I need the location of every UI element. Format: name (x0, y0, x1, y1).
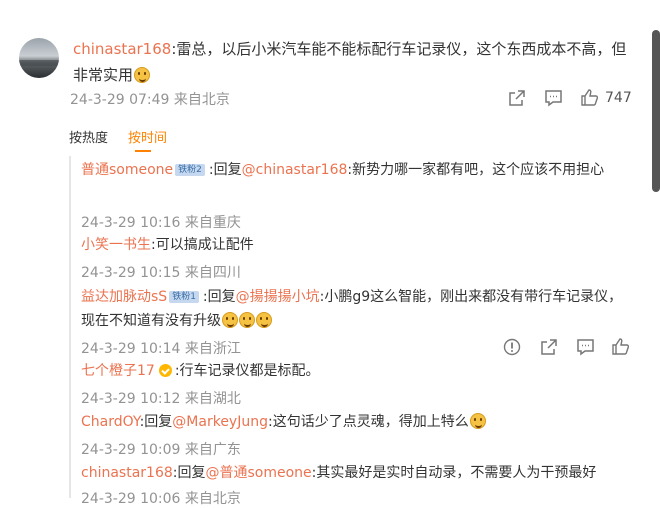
reply-time-location: 24-3-29 10:09 来自广东 (81, 442, 241, 458)
reply-mention[interactable]: @chinastar168 (242, 162, 348, 178)
reply-text: :这句话少了点灵魂，得加上特么 (267, 414, 469, 430)
emoji-icon (239, 312, 255, 328)
comment-icon[interactable] (544, 89, 563, 107)
reply-time-location: 24-3-29 10:15 来自四川 (81, 265, 241, 281)
like-count: 747 (605, 90, 632, 106)
reply-word: :回复 (139, 414, 173, 430)
sort-by-hot[interactable]: 按热度 (69, 131, 108, 146)
comment-icon[interactable] (576, 338, 595, 356)
reply-item: 小笑一书生:可以搞成让配件 (81, 233, 636, 257)
reply-author[interactable]: ChardOY (81, 414, 140, 430)
reply-time-location: 24-3-29 10:16 来自重庆 (81, 215, 241, 231)
reply-text: :其实最好是实时自动录，不需要人为干预最好 (311, 465, 597, 481)
reply-mention[interactable]: @普通someone (205, 465, 311, 481)
comment-body: chinastar168:雷总，以后小米汽车能不能标配行车记录仪，这个东西成本不… (73, 36, 633, 88)
reply-author[interactable]: 七个橙子17 (81, 363, 155, 379)
reply-text: :可以搞成让配件 (151, 237, 254, 253)
verified-icon (158, 364, 172, 377)
reply-mention[interactable]: @揚揚揚小坑 (236, 289, 320, 305)
sort-by-time[interactable]: 按时间 (128, 131, 167, 146)
share-icon[interactable] (508, 89, 526, 107)
reply-time-location: 24-3-29 10:06 来自北京 (81, 491, 241, 507)
emoji-icon (256, 312, 272, 328)
like-icon[interactable] (580, 88, 599, 107)
reply-word: :回复 (172, 465, 206, 481)
reply-time-location: 24-3-29 10:12 来自湖北 (81, 391, 241, 407)
reply-author[interactable]: 普通someone (81, 162, 173, 178)
reply-item: chinastar168:回复@普通someone:其实最好是实时自动录，不需要… (81, 461, 636, 485)
sort-active-indicator (135, 150, 151, 152)
share-icon[interactable] (540, 338, 558, 356)
reply-author[interactable]: 小笑一书生 (81, 237, 151, 253)
reply-author[interactable]: chinastar168 (81, 465, 173, 481)
reply-text: :行车记录仪都是标配。 (174, 363, 320, 379)
emoji-icon (134, 67, 151, 83)
reply-mention[interactable]: @MarkeyJung (172, 414, 268, 430)
comment-time-location: 24-3-29 07:49 来自北京 (70, 92, 230, 108)
comment-author[interactable]: chinastar168 (73, 40, 171, 58)
sort-bar: 按热度 按时间 (69, 127, 187, 146)
avatar[interactable] (19, 38, 59, 78)
emoji-icon (222, 312, 238, 328)
reply-author[interactable]: 益达加脉动sS (81, 289, 167, 305)
fan-badge: 铁粉1 (169, 291, 199, 303)
reply-item: 益达加脉动sS 铁粉1:回复@揚揚揚小坑:小鹏g9这么智能，刚出来都没有带行车记录… (81, 285, 636, 333)
scrollbar[interactable] (652, 30, 660, 192)
emoji-icon (469, 413, 486, 429)
reply-word: :回复 (208, 162, 242, 178)
reply-item: ChardOY:回复@MarkeyJung:这句话少了点灵魂，得加上特么 (81, 410, 636, 434)
fan-badge: 铁粉2 (175, 164, 205, 176)
like-icon[interactable] (611, 337, 630, 356)
reply-item: 七个橙子17 :行车记录仪都是标配。 (81, 359, 636, 383)
reply-time-location: 24-3-29 10:14 来自浙江 (81, 341, 241, 357)
reply-item: 普通someone 铁粉2:回复@chinastar168:新势力哪一家都有吧，这… (81, 158, 636, 182)
reply-text: :新势力哪一家都有吧，这个应该不用担心 (347, 162, 605, 178)
report-icon[interactable] (503, 338, 521, 356)
reply-word: :回复 (202, 289, 236, 305)
